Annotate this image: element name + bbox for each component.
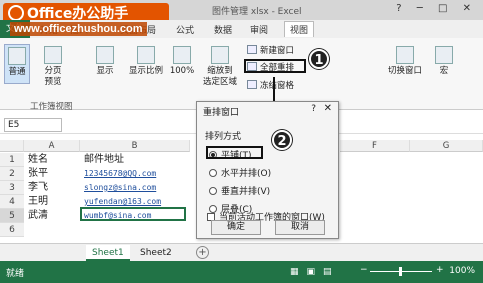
zoom-in-icon[interactable]: + — [436, 265, 444, 275]
radio-vertical[interactable]: 垂直并排(V) — [209, 184, 270, 197]
view-mode-icons[interactable]: ▦▣▤ — [290, 267, 340, 277]
selected-cell-outline — [80, 207, 186, 221]
zoom-100-label: 100% — [169, 66, 195, 76]
callout-1: 1 — [309, 49, 329, 69]
group-label-views: 工作簿视图 — [30, 102, 73, 112]
cell-b3[interactable]: slongz@sina.com — [84, 181, 156, 195]
cell-a1[interactable]: 姓名 — [28, 153, 48, 167]
zoom-slider-knob[interactable] — [399, 267, 402, 276]
cell-a4[interactable]: 王明 — [28, 195, 48, 209]
radio-horizontal-icon — [209, 169, 217, 177]
radio-horizontal-label: 水平并排(O) — [221, 169, 272, 179]
row-header-1[interactable]: 1 — [0, 153, 24, 167]
dialog-close-icon[interactable]: ✕ — [324, 103, 332, 114]
page-break-icon — [44, 46, 62, 64]
freeze-panes-button[interactable]: 冻结窗格 — [247, 79, 294, 91]
callout-2: 2 — [272, 130, 292, 150]
cancel-button[interactable]: 取消 — [275, 220, 325, 235]
show-label: 显示 — [96, 66, 114, 76]
ribbon: 普通 分页 预览 显示 显示比例 100% 缩放到 选定区域 新建窗口 全部重排… — [0, 38, 483, 112]
zoom-button[interactable]: 显示比例 — [124, 46, 168, 77]
freeze-panes-label: 冻结窗格 — [260, 81, 295, 91]
sheet-tab-sheet2[interactable]: Sheet2 — [134, 245, 178, 261]
show-icon — [96, 46, 114, 64]
tab-view[interactable]: 视图 — [284, 21, 315, 37]
switch-window-label: 切换窗口 — [387, 66, 422, 76]
corner-cell[interactable] — [0, 140, 24, 152]
ok-button[interactable]: 确定 — [211, 220, 261, 235]
zoom-label: 显示比例 — [128, 66, 163, 76]
cell-a3[interactable]: 李飞 — [28, 181, 48, 195]
switch-window-button[interactable]: 切换窗口 — [386, 46, 424, 77]
arrange-section-label: 排列方式 — [205, 132, 242, 142]
zoom-100-icon — [173, 46, 191, 64]
arrange-windows-dialog: 重排窗口 ? ✕ 排列方式 平铺(T) 水平并排(O) 垂直并排(V) 层叠(C… — [196, 101, 339, 239]
office-logo-icon — [8, 5, 24, 21]
normal-view-icon — [8, 47, 26, 65]
status-bar: 就绪 ▦▣▤ − + 100% — [0, 261, 483, 283]
cell-a2[interactable]: 张平 — [28, 167, 48, 181]
cell-b1[interactable]: 邮件地址 — [84, 153, 124, 167]
dialog-help-icon[interactable]: ? — [311, 104, 316, 114]
normal-view-button[interactable]: 普通 — [4, 44, 30, 84]
macro-icon — [435, 46, 453, 64]
zoom-out-icon[interactable]: − — [360, 265, 368, 275]
page-break-label: 分页 预览 — [44, 66, 62, 87]
name-box[interactable]: E5 — [4, 118, 62, 132]
site-url: www.officezhushou.com — [10, 22, 147, 36]
column-header-a[interactable]: A — [24, 140, 80, 152]
row-header-3[interactable]: 3 — [0, 181, 24, 195]
arrange-all-highlight — [244, 59, 306, 73]
cell-b2[interactable]: 12345678@QQ.com — [84, 167, 156, 181]
cell-a5[interactable]: 武清 — [28, 209, 48, 223]
zoom-selection-icon — [211, 46, 229, 64]
row-header-5[interactable]: 5 — [0, 209, 24, 223]
page-break-button[interactable]: 分页 预览 — [36, 46, 70, 88]
switch-window-icon — [396, 46, 414, 64]
normal-label: 普通 — [8, 67, 26, 77]
sheet-tab-sheet1[interactable]: Sheet1 — [86, 245, 130, 261]
row-header-6[interactable]: 6 — [0, 223, 24, 237]
zoom-100-button[interactable]: 100% — [168, 46, 196, 77]
tab-formulas[interactable]: 公式 — [176, 23, 194, 36]
freeze-panes-icon — [247, 80, 257, 89]
macro-button[interactable]: 宏 — [432, 46, 456, 77]
title-bar: Office办公助手 图件管理 xlsx - Excel ? ─ □ ✕ — [0, 0, 483, 25]
new-window-button[interactable]: 新建窗口 — [247, 44, 294, 56]
zoom-level: 100% — [449, 266, 475, 276]
tab-data[interactable]: 数据 — [214, 23, 232, 36]
document-title: 图件管理 xlsx - Excel — [212, 7, 302, 17]
add-sheet-icon[interactable]: + — [196, 246, 209, 259]
column-header-f[interactable]: F — [340, 140, 410, 152]
sheet-tab-bar: Sheet1 Sheet2 + — [0, 243, 483, 261]
column-header-b[interactable]: B — [80, 140, 190, 152]
row-header-2[interactable]: 2 — [0, 167, 24, 181]
tab-review[interactable]: 审阅 — [250, 23, 268, 36]
row-header-4[interactable]: 4 — [0, 195, 24, 209]
window-controls[interactable]: ? ─ □ ✕ — [396, 3, 477, 14]
zoom-icon — [137, 46, 155, 64]
radio-vertical-icon — [209, 187, 217, 195]
new-window-icon — [247, 45, 257, 54]
show-button[interactable]: 显示 — [90, 46, 120, 77]
column-header-g[interactable]: G — [410, 140, 483, 152]
status-ready: 就绪 — [6, 269, 25, 279]
zoom-selection-button[interactable]: 缩放到 选定区域 — [200, 46, 240, 88]
radio-vertical-label: 垂直并排(V) — [221, 187, 271, 197]
zoom-selection-label: 缩放到 选定区域 — [202, 66, 237, 87]
tiled-option-highlight — [206, 146, 263, 159]
new-window-label: 新建窗口 — [260, 46, 295, 56]
macro-label: 宏 — [439, 66, 449, 76]
radio-horizontal[interactable]: 水平并排(O) — [209, 166, 271, 179]
dialog-title: 重排窗口 — [203, 108, 240, 118]
